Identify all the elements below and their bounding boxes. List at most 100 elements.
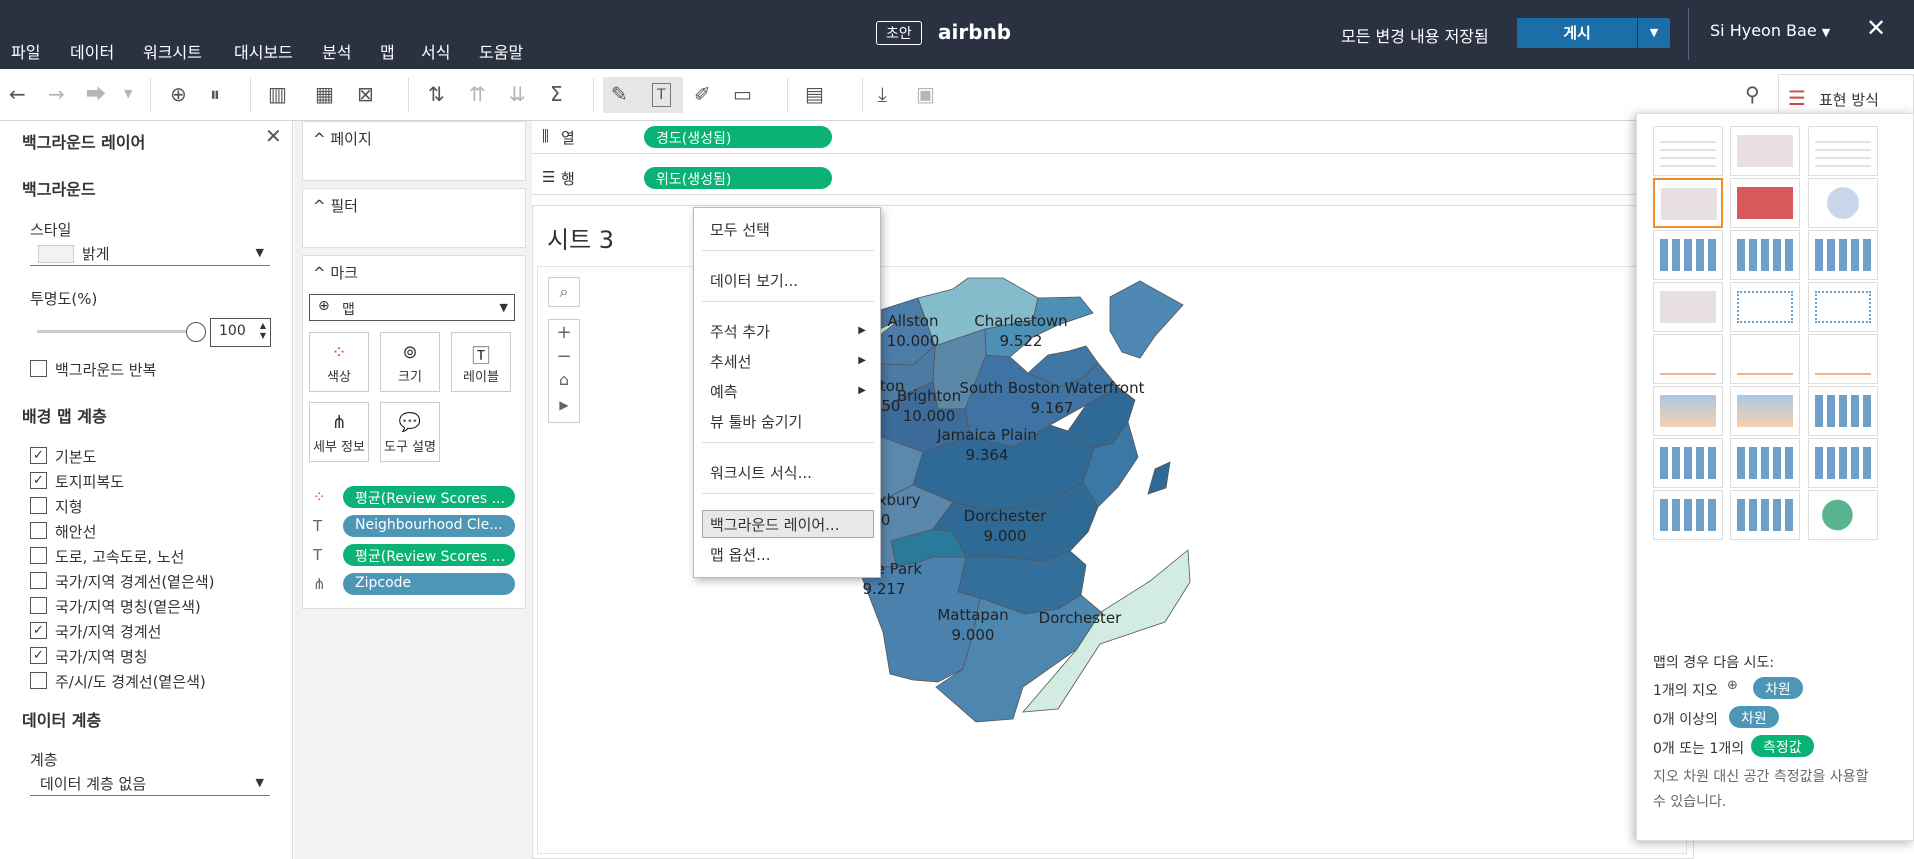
- chart-type-box-and-whisker[interactable]: [1808, 438, 1878, 488]
- mark-labels-icon[interactable]: T: [652, 83, 671, 107]
- chart-type-dual-combination[interactable]: [1808, 386, 1878, 436]
- fit-view-icon[interactable]: ▭: [733, 83, 752, 105]
- detail-button[interactable]: ⋔ 세부 정보: [309, 402, 369, 462]
- chart-type-bullet-graph[interactable]: [1730, 490, 1800, 540]
- spinner-icon[interactable]: ▲ ▼: [260, 321, 266, 341]
- opacity-slider-thumb[interactable]: [186, 322, 206, 342]
- mark-type-dropdown[interactable]: ⊕ 맵 ▼: [309, 294, 515, 321]
- rows-pill[interactable]: 위도(생성됨): [644, 167, 832, 189]
- replay-icon[interactable]: ⮕: [86, 83, 106, 105]
- menu-file[interactable]: 파일: [11, 39, 40, 63]
- layer-checkbox[interactable]: ✓: [30, 622, 47, 639]
- menu-data[interactable]: 데이터: [70, 39, 114, 63]
- pin-format-icon[interactable]: ⚲: [1745, 83, 1760, 105]
- zoom-out-icon[interactable]: −: [549, 346, 579, 367]
- tooltip-button[interactable]: 💬 도구 설명: [380, 402, 440, 462]
- menu-item-map-options[interactable]: 맵 옵션...: [710, 544, 770, 565]
- layer-checkbox[interactable]: [30, 572, 47, 589]
- menu-item-select-all[interactable]: 모두 선택: [710, 219, 770, 240]
- layer-checkbox[interactable]: [30, 547, 47, 564]
- menu-worksheet[interactable]: 워크시트: [143, 39, 202, 63]
- close-icon[interactable]: ✕: [1866, 14, 1886, 42]
- chart-type-text-table[interactable]: [1653, 126, 1723, 176]
- menu-item-annotate[interactable]: 주석 추가: [710, 321, 770, 342]
- zoom-in-icon[interactable]: +: [549, 322, 579, 343]
- sort-asc-icon[interactable]: ⇈: [469, 83, 486, 105]
- size-button[interactable]: ⊚ 크기: [380, 332, 440, 392]
- menu-help[interactable]: 도움말: [479, 39, 523, 63]
- sheet-title[interactable]: 시트 3: [547, 220, 614, 255]
- chart-type-symbol-map[interactable]: [1653, 178, 1723, 228]
- mark-field-pill[interactable]: 평균(Review Scores ...: [343, 486, 515, 508]
- menu-dashboard[interactable]: 대시보드: [234, 39, 293, 63]
- pan-arrow-icon[interactable]: ▶: [549, 398, 579, 412]
- chart-type-area-continuous[interactable]: [1653, 386, 1723, 436]
- layer-checkbox[interactable]: [30, 597, 47, 614]
- chart-type-side-by-side-circles[interactable]: [1808, 282, 1878, 332]
- layer-checkbox[interactable]: ✓: [30, 647, 47, 664]
- chart-type-area-discrete[interactable]: [1730, 386, 1800, 436]
- mark-field-pill[interactable]: Neighbourhood Cle...: [343, 515, 515, 537]
- cards-toggle-icon[interactable]: ▤: [805, 83, 824, 105]
- publish-button[interactable]: 게시: [1517, 18, 1637, 48]
- layer-checkbox[interactable]: [30, 522, 47, 539]
- pause-updates-icon[interactable]: ⏸: [210, 83, 220, 105]
- chart-type-filled-map[interactable]: [1730, 178, 1800, 228]
- map-search-button[interactable]: ⌕: [548, 277, 580, 307]
- repeat-checkbox[interactable]: [30, 360, 47, 377]
- chart-type-histogram[interactable]: [1730, 438, 1800, 488]
- chart-type-dual-line[interactable]: [1808, 334, 1878, 384]
- menu-item-view-data[interactable]: 데이터 보기...: [710, 270, 798, 291]
- menu-item-forecast[interactable]: 예측: [710, 381, 738, 402]
- undo-icon[interactable]: ←: [9, 83, 26, 105]
- chart-type-pie-chart[interactable]: [1808, 178, 1878, 228]
- workbook-title[interactable]: airbnb: [938, 20, 1011, 44]
- layer-checkbox[interactable]: [30, 672, 47, 689]
- style-dropdown[interactable]: 밝게 ▼: [30, 240, 270, 266]
- redo-icon[interactable]: →: [48, 83, 65, 105]
- opacity-input[interactable]: 100 ▲ ▼: [210, 318, 271, 347]
- chart-type-line-continuous[interactable]: [1653, 334, 1723, 384]
- menu-item-hide-view-toolbar[interactable]: 뷰 툴바 숨기기: [710, 411, 802, 432]
- menu-format[interactable]: 서식: [421, 39, 450, 63]
- chart-type-line-discrete[interactable]: [1730, 334, 1800, 384]
- close-icon[interactable]: ✕: [265, 124, 282, 148]
- chart-type-stacked-bars[interactable]: [1730, 230, 1800, 280]
- download-icon[interactable]: ⤓: [878, 83, 887, 105]
- presentation-icon[interactable]: ▣: [916, 83, 935, 105]
- map-region[interactable]: [1109, 280, 1184, 359]
- opacity-slider-track[interactable]: [37, 330, 197, 333]
- replay-dropdown-icon[interactable]: ▼: [124, 83, 132, 105]
- layer-checkbox[interactable]: ✓: [30, 472, 47, 489]
- chart-type-circle-view[interactable]: [1730, 282, 1800, 332]
- totals-icon[interactable]: Σ: [550, 83, 563, 105]
- filters-card[interactable]: ^ 필터: [302, 188, 526, 248]
- swap-icon[interactable]: ⇅: [428, 83, 445, 105]
- data-layer-dropdown[interactable]: 데이터 계층 없음 ▼: [30, 770, 270, 796]
- chart-type-horizontal-bars[interactable]: [1653, 230, 1723, 280]
- chart-type-highlight-table[interactable]: [1808, 126, 1878, 176]
- new-datasource-icon[interactable]: ⊕: [170, 83, 187, 105]
- home-icon[interactable]: ⌂: [549, 370, 579, 389]
- chart-type-treemap[interactable]: [1653, 282, 1723, 332]
- menu-analysis[interactable]: 분석: [322, 39, 351, 63]
- mark-field-pill[interactable]: Zipcode: [343, 573, 515, 595]
- menu-map[interactable]: 맵: [380, 39, 395, 63]
- clear-sheet-icon[interactable]: ⊠: [357, 83, 374, 105]
- mark-field-pill[interactable]: 평균(Review Scores ...: [343, 544, 515, 566]
- duplicate-sheet-icon[interactable]: ▦: [315, 83, 334, 105]
- color-button[interactable]: ⁘ 색상: [309, 332, 369, 392]
- user-menu[interactable]: Si Hyeon Bae ▼: [1710, 21, 1830, 40]
- chart-type-heat-map[interactable]: [1730, 126, 1800, 176]
- chart-type-side-by-side-bars[interactable]: [1808, 230, 1878, 280]
- sort-desc-icon[interactable]: ⇊: [509, 83, 526, 105]
- chart-type-packed-bubbles[interactable]: [1808, 490, 1878, 540]
- label-button[interactable]: 🅃 레이블: [451, 332, 511, 392]
- highlight-icon[interactable]: ✎: [611, 83, 628, 105]
- menu-item-trend-lines[interactable]: 추세선: [710, 351, 751, 372]
- layer-checkbox[interactable]: [30, 497, 47, 514]
- columns-pill[interactable]: 경도(생성됨): [644, 126, 832, 148]
- menu-item-background-layers[interactable]: 백그라운드 레이어...: [710, 514, 839, 535]
- pages-card[interactable]: ^ 페이지: [302, 121, 526, 181]
- chart-type-gantt-chart[interactable]: [1653, 490, 1723, 540]
